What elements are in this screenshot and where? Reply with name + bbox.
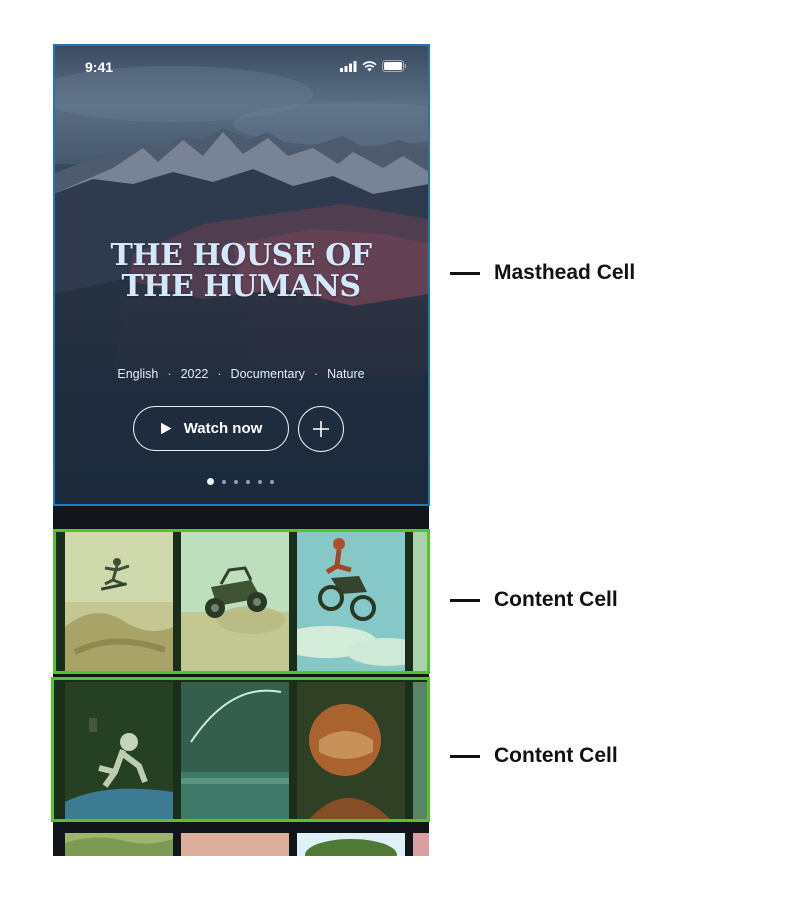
content-cell-highlight-2 bbox=[51, 677, 430, 822]
content-callout-1: Content Cell bbox=[450, 588, 618, 612]
green-hills-image bbox=[65, 833, 173, 856]
tree-canopy-image bbox=[297, 833, 405, 856]
callout-dash bbox=[450, 271, 480, 275]
content-row-nature bbox=[53, 833, 429, 856]
content-cell-highlight-1 bbox=[53, 529, 430, 674]
callout-dash bbox=[450, 754, 480, 758]
content-callout-label-2: Content Cell bbox=[494, 744, 618, 767]
content-tile-pink-sky[interactable] bbox=[181, 833, 289, 856]
content-tile-tree-canopy[interactable] bbox=[297, 833, 405, 856]
partial-tile-image bbox=[413, 833, 429, 856]
content-tile-green-hills[interactable] bbox=[65, 833, 173, 856]
callout-dash bbox=[450, 598, 480, 602]
masthead-callout-label: Masthead Cell bbox=[494, 261, 636, 284]
content-callout-label-1: Content Cell bbox=[494, 588, 618, 611]
masthead-cell-highlight bbox=[53, 44, 430, 506]
content-callout-2: Content Cell bbox=[450, 744, 618, 768]
masthead-callout: Masthead Cell bbox=[450, 261, 635, 285]
content-tile-partial[interactable] bbox=[413, 833, 429, 856]
pink-sky-image bbox=[181, 833, 289, 856]
